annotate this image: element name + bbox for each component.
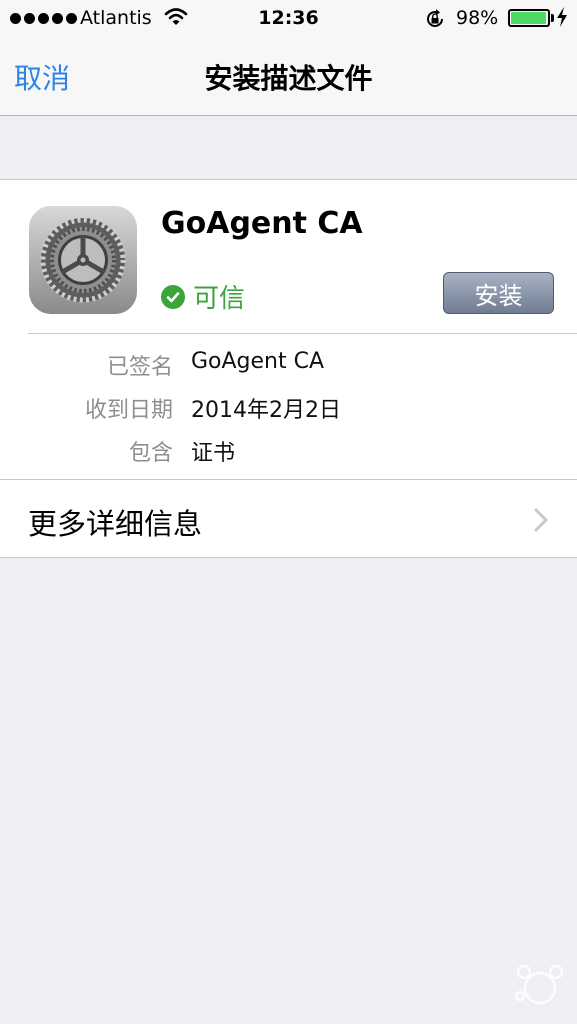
battery-fill bbox=[511, 12, 547, 24]
checkmark-icon bbox=[161, 284, 185, 309]
divider bbox=[28, 333, 577, 334]
detail-label: 已签名 bbox=[106, 355, 173, 380]
more-details-label: 更多详细信息 bbox=[28, 507, 203, 541]
battery-icon bbox=[508, 9, 550, 27]
chevron-right-icon bbox=[534, 508, 548, 536]
trust-status: 可信 bbox=[161, 278, 245, 315]
top-bar: Atlantis 12:36 98% 取消 安装描述文件 bbox=[0, 0, 577, 116]
detail-value: 2014年2月2日 bbox=[191, 398, 341, 423]
trust-label: 可信 bbox=[193, 284, 246, 314]
detail-value: GoAgent CA bbox=[191, 349, 325, 374]
watermark-logo-icon bbox=[512, 960, 568, 1014]
battery-tip bbox=[551, 14, 554, 22]
detail-label: 包含 bbox=[128, 441, 173, 466]
charging-bolt-icon bbox=[556, 6, 568, 33]
profile-name: GoAgent CA bbox=[161, 206, 363, 241]
install-button[interactable]: 安装 bbox=[443, 272, 554, 314]
profile-card: GoAgent CA 可信 安装 已签名 GoAgent CA 收到日期 201… bbox=[0, 179, 577, 558]
detail-row-signed: 已签名 GoAgent CA bbox=[0, 349, 577, 380]
page-title: 安装描述文件 bbox=[204, 62, 373, 95]
status-bar: Atlantis 12:36 98% bbox=[0, 0, 577, 38]
settings-gear-icon bbox=[29, 206, 137, 314]
detail-value: 证书 bbox=[191, 441, 236, 466]
detail-row-received: 收到日期 2014年2月2日 bbox=[0, 392, 577, 423]
detail-label: 收到日期 bbox=[84, 398, 173, 423]
rotation-lock-icon bbox=[424, 8, 446, 35]
battery-percent: 98% bbox=[456, 7, 499, 29]
detail-row-contains: 包含 证书 bbox=[0, 435, 577, 466]
more-details-row[interactable]: 更多详细信息 bbox=[0, 480, 577, 558]
